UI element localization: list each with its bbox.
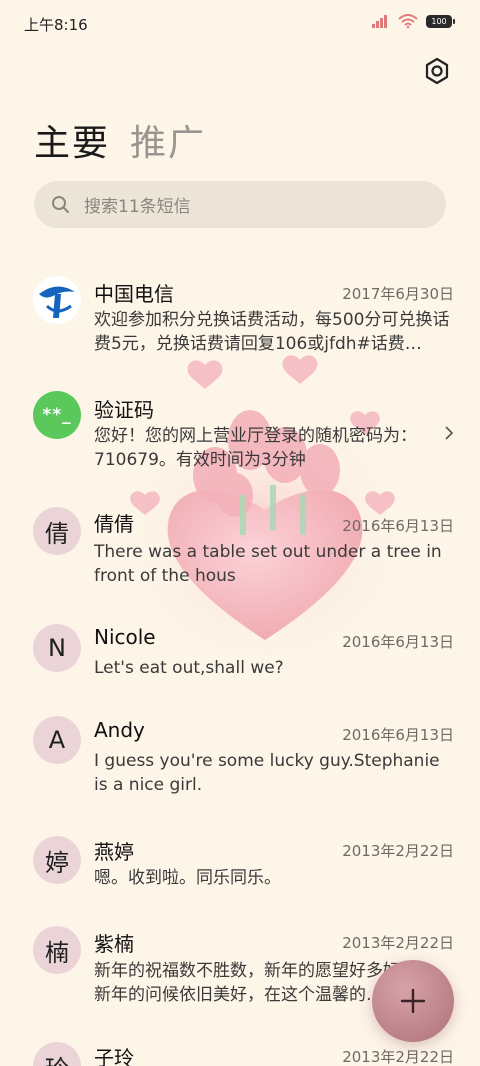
message-date: 2013年2月22日 xyxy=(342,1048,454,1066)
conversation-item[interactable]: **_ 验证码 您好！您的网上营业厅登录的随机密码为：710679。有效时间为3… xyxy=(0,374,480,484)
search-icon xyxy=(52,195,69,213)
message-preview: 嗯。收到啦。同乐同乐。 xyxy=(94,868,281,888)
avatar: A xyxy=(33,716,81,764)
contact-name: 验证码 xyxy=(94,398,154,422)
contact-name: 中国电信 xyxy=(94,282,174,306)
message-preview: Let's eat out,shall we? xyxy=(94,658,284,678)
plus-icon xyxy=(400,988,426,1014)
avatar: **_ xyxy=(33,391,81,439)
status-bar: 上午8:16 100 xyxy=(0,0,480,46)
signal-icon xyxy=(372,15,387,28)
status-time: 上午8:16 xyxy=(24,16,88,34)
avatar: 婷 xyxy=(33,836,81,884)
contact-name: 紫楠 xyxy=(94,932,134,956)
search-placeholder: 搜索11条短信 xyxy=(84,197,191,217)
conversation-item[interactable]: A Andy 2016年6月13日 I guess you're some lu… xyxy=(0,716,480,826)
avatar: 倩 xyxy=(33,507,81,555)
tab-primary[interactable]: 主要 xyxy=(34,114,110,166)
search-bar[interactable]: 搜索11条短信 xyxy=(34,181,446,228)
compose-button[interactable] xyxy=(372,960,454,1042)
message-date: 2016年6月13日 xyxy=(342,517,454,535)
avatar xyxy=(33,276,81,324)
message-preview: There was a table set out under a tree i… xyxy=(94,542,442,586)
settings-button[interactable] xyxy=(422,56,452,86)
china-telecom-logo-icon xyxy=(39,286,75,318)
conversation-item[interactable]: 中国电信 2017年6月30日 欢迎参加积分兑换话费活动，每500分可兑换话费5… xyxy=(0,256,480,366)
avatar: 楠 xyxy=(33,926,81,974)
battery-icon: 100 xyxy=(426,14,455,28)
settings-icon xyxy=(425,57,449,85)
contact-name: 倩倩 xyxy=(94,512,134,536)
message-date: 2017年6月30日 xyxy=(342,285,454,303)
contact-name: 燕婷 xyxy=(94,840,134,864)
tab-promo[interactable]: 推广 xyxy=(130,114,206,166)
avatar: N xyxy=(33,624,81,672)
message-preview: 您好！您的网上营业厅登录的随机密码为：710679。有效时间为3分钟 xyxy=(94,426,417,470)
header-tabs: 主要 推广 xyxy=(34,114,206,166)
contact-name: Nicole xyxy=(94,625,156,649)
message-date: 2013年2月22日 xyxy=(342,934,454,952)
conversation-item[interactable]: 倩 倩倩 2016年6月13日 There was a table set ou… xyxy=(0,490,480,600)
contact-name: 子玲 xyxy=(94,1046,134,1066)
conversation-item[interactable]: N Nicole 2016年6月13日 Let's eat out,shall … xyxy=(0,610,480,710)
contact-name: Andy xyxy=(94,718,145,742)
status-icons: 100 xyxy=(372,14,455,28)
message-date: 2013年2月22日 xyxy=(342,842,454,860)
avatar: 玲 xyxy=(33,1042,81,1066)
message-preview: I guess you're some lucky guy.Stephanie … xyxy=(94,751,440,795)
conversation-item[interactable]: 玲 子玲 2013年2月22日 xyxy=(0,1042,480,1066)
message-date: 2016年6月13日 xyxy=(342,633,454,651)
message-date: 2016年6月13日 xyxy=(342,726,454,744)
wifi-icon xyxy=(398,14,418,28)
conversation-item[interactable]: 婷 燕婷 2013年2月22日 嗯。收到啦。同乐同乐。 xyxy=(0,836,480,926)
message-preview: 欢迎参加积分兑换话费活动，每500分可兑换话费5元，兑换话费请回复106或jfd… xyxy=(94,310,450,354)
